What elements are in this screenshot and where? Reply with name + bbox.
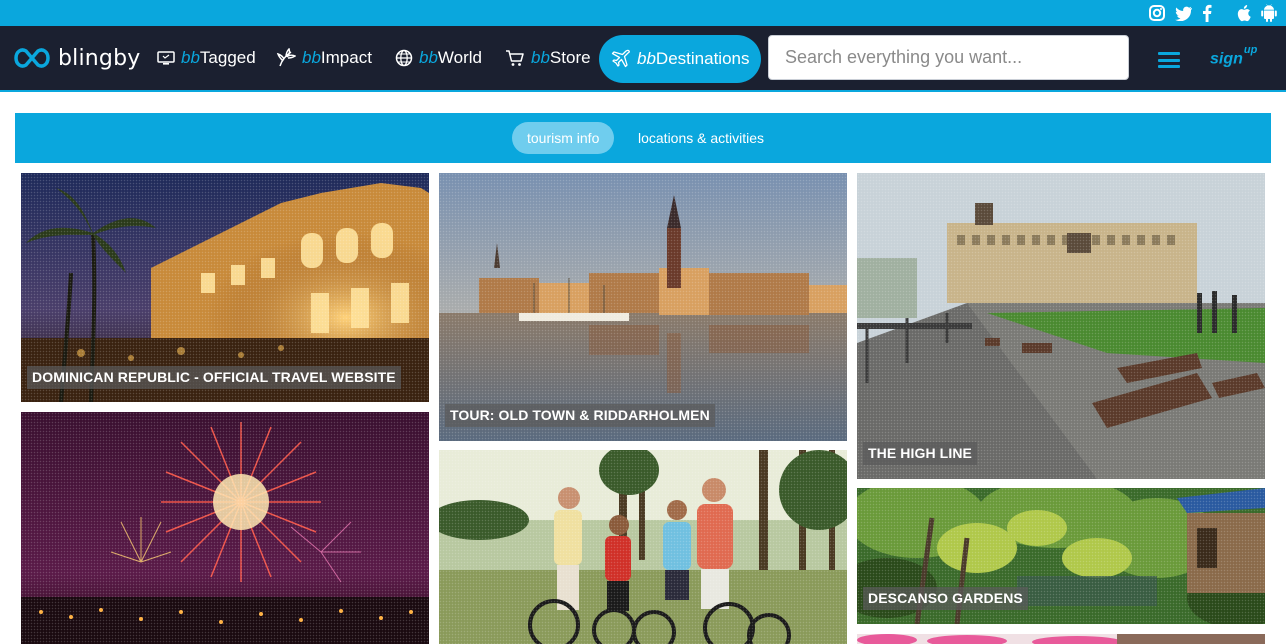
- nav-item-world[interactable]: bb World: [395, 48, 482, 68]
- top-social-bar: [0, 0, 1286, 26]
- elevated-park-image: [857, 173, 1265, 479]
- fireworks-image: [21, 412, 429, 644]
- search-input[interactable]: [768, 35, 1129, 80]
- android-icon[interactable]: [1261, 3, 1277, 23]
- nav-item-destinations[interactable]: bb Destinations: [599, 35, 762, 83]
- tab-tourism-info[interactable]: tourism info: [512, 122, 615, 154]
- nav-label-impact: Impact: [320, 48, 372, 67]
- card-caption: TOUR: OLD TOWN & RIDDARHOLMEN: [445, 404, 715, 427]
- family-bikes-image: [439, 450, 847, 644]
- plant-icon: [276, 48, 296, 67]
- globe-icon: [395, 49, 413, 67]
- blingby-logo-icon: [14, 48, 50, 68]
- main-navbar: blingby bb Tagged bb Impact bb World bb Stor…: [0, 26, 1286, 92]
- nav-item-impact[interactable]: bb Impact: [276, 48, 372, 68]
- signup-label: sign: [1210, 50, 1243, 68]
- nav-prefix: bb: [637, 49, 656, 68]
- apple-icon[interactable]: [1235, 3, 1251, 23]
- nav-item-tagged[interactable]: bb Tagged: [157, 48, 256, 68]
- signup-link[interactable]: signup: [1210, 44, 1257, 68]
- card-caption: DESCANSO GARDENS: [863, 587, 1028, 610]
- card-dominican-republic[interactable]: DOMINICAN REPUBLIC - OFFICIAL TRAVEL WEB…: [21, 173, 429, 402]
- card-caption: THE HIGH LINE: [863, 442, 977, 465]
- nav-prefix: bb: [302, 48, 321, 67]
- hamburger-menu-icon[interactable]: [1158, 52, 1180, 68]
- card-high-line[interactable]: THE HIGH LINE: [857, 173, 1265, 479]
- card-stockholm[interactable]: TOUR: OLD TOWN & RIDDARHOLMEN: [439, 173, 847, 441]
- card-blossoms[interactable]: [857, 634, 1265, 644]
- facebook-icon[interactable]: [1201, 3, 1213, 23]
- nav-label-store: Store: [549, 48, 591, 67]
- nav-label-world: World: [437, 48, 483, 67]
- nav-prefix: bb: [419, 48, 438, 67]
- logo-text: blingby: [58, 45, 141, 71]
- nav-label-tagged: Tagged: [199, 48, 256, 67]
- pink-blossoms-image: [857, 634, 1265, 644]
- category-tab-bar: tourism info locations & activities: [15, 113, 1271, 163]
- nav-prefix: bb: [531, 48, 550, 67]
- tab-locations-activities[interactable]: locations & activities: [623, 122, 779, 154]
- monitor-icon: [157, 51, 175, 65]
- card-descanso-gardens[interactable]: DESCANSO GARDENS: [857, 488, 1265, 624]
- signup-sup: up: [1243, 44, 1258, 56]
- nav-prefix: bb: [181, 48, 200, 67]
- cart-icon: [506, 50, 524, 66]
- twitter-icon[interactable]: [1174, 3, 1193, 23]
- card-family-bikes[interactable]: [439, 450, 847, 644]
- nav-label-destinations: Destinations: [655, 49, 750, 68]
- nav-item-store[interactable]: bb Store: [505, 48, 591, 68]
- stockholm-waterfront-image: [439, 173, 847, 441]
- blingby-logo[interactable]: blingby: [12, 44, 140, 72]
- airplane-icon: [611, 49, 630, 68]
- instagram-icon[interactable]: [1149, 3, 1165, 23]
- card-caption: DOMINICAN REPUBLIC - OFFICIAL TRAVEL WEB…: [27, 366, 401, 389]
- card-fireworks[interactable]: [21, 412, 429, 644]
